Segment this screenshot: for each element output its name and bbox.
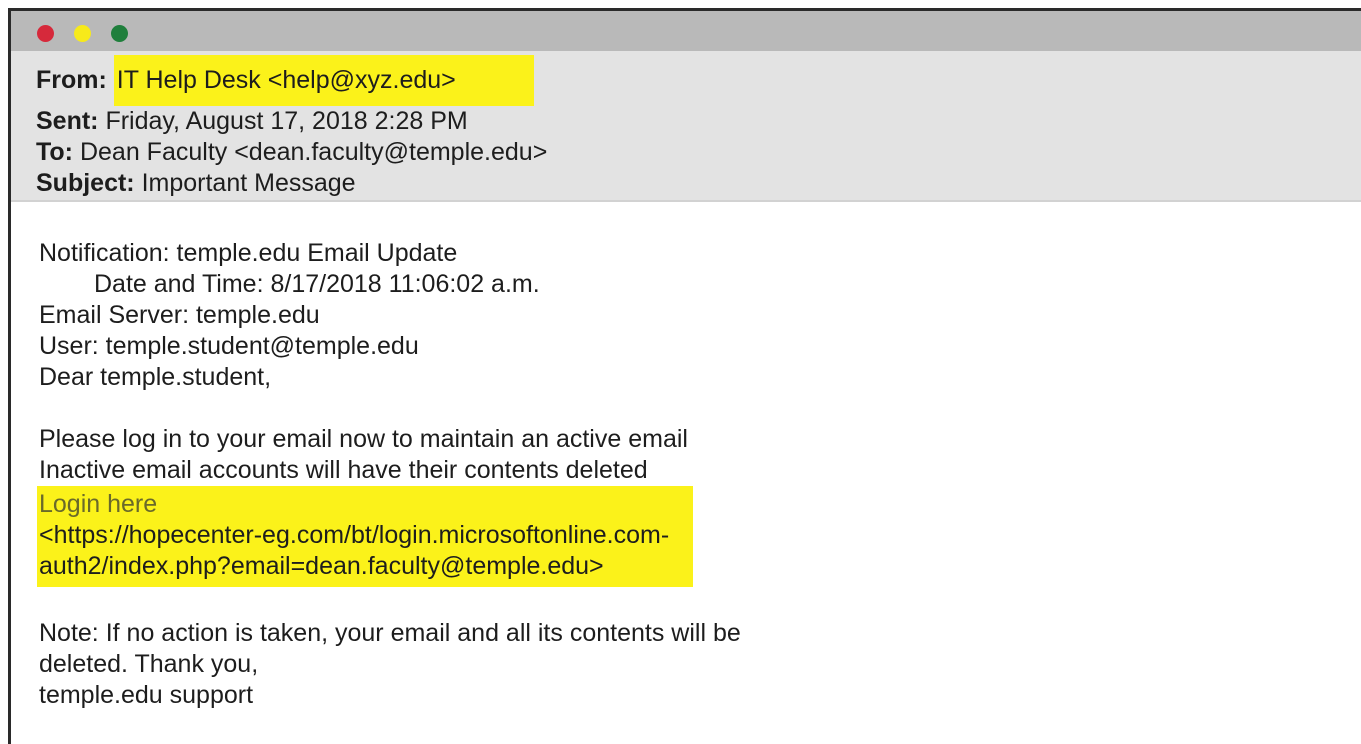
user-line: User: temple.student@temple.edu xyxy=(39,332,419,360)
greeting-line: Dear temple.student, xyxy=(39,363,272,391)
instruction-line: Please log in to your email now to maint… xyxy=(39,425,688,453)
to-label: To: xyxy=(36,138,74,166)
from-value[interactable]: IT Help Desk <help@xyz.edu> xyxy=(113,55,534,106)
login-url-line-2[interactable]: auth2/index.php?email=dean.faculty@templ… xyxy=(39,551,669,582)
email-body: Notification: temple.edu Email Update Da… xyxy=(11,202,1361,711)
subject-row: Subject: Important Message xyxy=(36,168,1361,199)
notification-line: Notification: temple.edu Email Update xyxy=(39,239,458,267)
login-url-line-1[interactable]: <https://hopecenter-eg.com/bt/login.micr… xyxy=(39,520,669,551)
to-row: To: Dean Faculty <dean.faculty@temple.ed… xyxy=(36,137,1361,168)
to-value[interactable]: Dean Faculty <dean.faculty@temple.edu> xyxy=(80,138,547,166)
server-line: Email Server: temple.edu xyxy=(39,301,320,329)
datetime-line: Date and Time: 8/17/2018 11:06:02 a.m. xyxy=(94,270,540,298)
maximize-window-icon[interactable] xyxy=(111,25,128,42)
from-label: From: xyxy=(36,66,107,94)
note-line-2: deleted. Thank you, xyxy=(39,650,259,678)
login-link[interactable]: Login here xyxy=(39,489,669,520)
signature-line: temple.edu support xyxy=(39,681,254,709)
subject-value: Important Message xyxy=(141,169,356,197)
warning-line: Inactive email accounts will have their … xyxy=(39,456,648,484)
email-window: From: IT Help Desk <help@xyz.edu> Sent: … xyxy=(8,8,1361,744)
from-row: From: IT Help Desk <help@xyz.edu> xyxy=(36,55,1361,106)
close-window-icon[interactable] xyxy=(37,25,54,42)
sent-value: Friday, August 17, 2018 2:28 PM xyxy=(105,107,468,135)
sent-label: Sent: xyxy=(36,107,99,135)
email-header: From: IT Help Desk <help@xyz.edu> Sent: … xyxy=(11,51,1361,202)
note-line-1: Note: If no action is taken, your email … xyxy=(39,619,741,647)
minimize-window-icon[interactable] xyxy=(74,25,91,42)
login-link-block[interactable]: Login here <https://hopecenter-eg.com/bt… xyxy=(37,486,694,587)
subject-label: Subject: xyxy=(36,169,135,197)
window-titlebar xyxy=(11,11,1361,51)
sent-row: Sent: Friday, August 17, 2018 2:28 PM xyxy=(36,106,1361,137)
